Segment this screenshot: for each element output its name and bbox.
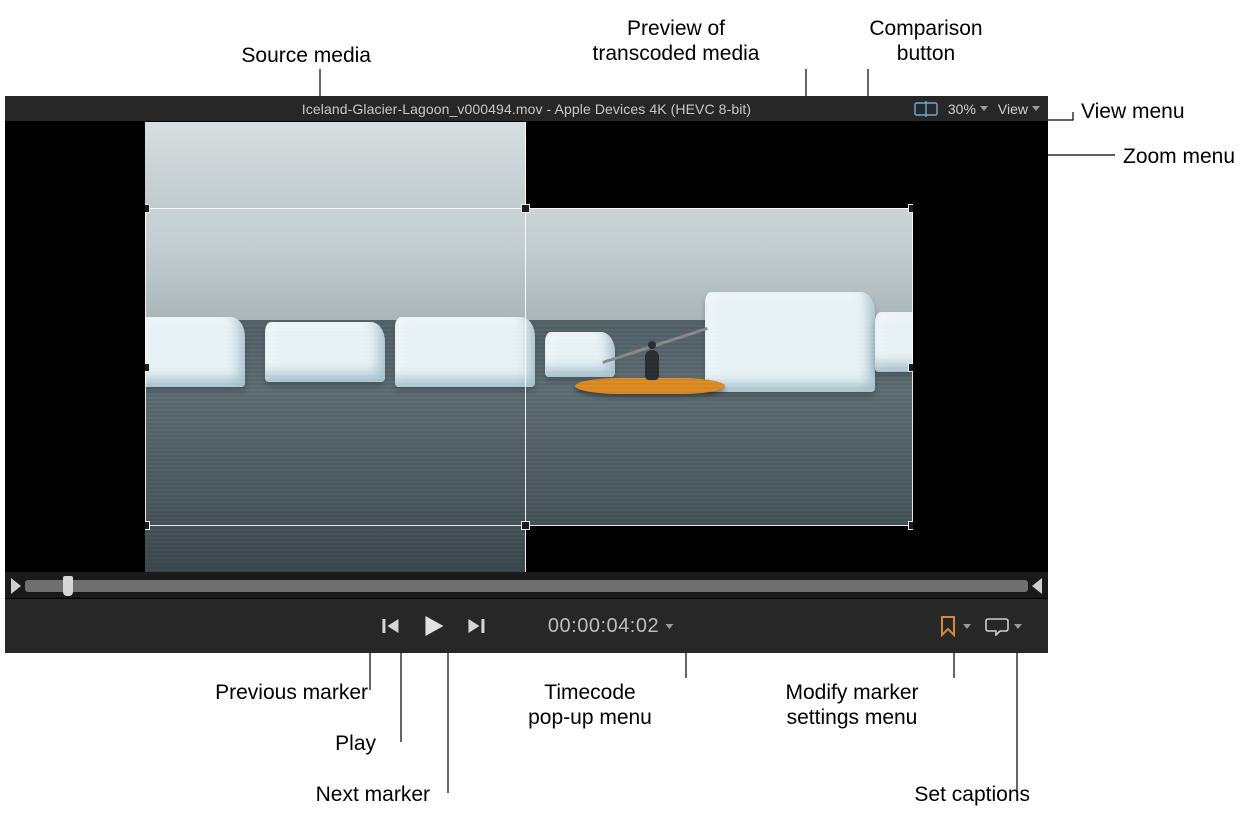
in-point-icon[interactable] (11, 578, 21, 594)
comparison-icon (914, 101, 938, 117)
callout-previous-marker: Previous marker (148, 680, 368, 705)
callout-play: Play (316, 731, 376, 756)
callout-timecode-menu: Timecode pop-up menu (490, 680, 690, 730)
preview-letterbox-top (526, 122, 913, 208)
callout-comparison-button: Comparison button (856, 16, 996, 66)
transport-bar: 00:00:04:02 (5, 598, 1048, 653)
timecode-menu[interactable]: 00:00:04:02 (548, 615, 673, 638)
chevron-down-icon (1032, 106, 1040, 111)
callout-zoom-menu: Zoom menu (1123, 144, 1235, 169)
captions-bubble-icon (985, 616, 1009, 636)
modify-marker-menu[interactable] (938, 615, 971, 637)
callout-modify-marker-menu: Modify marker settings menu (752, 680, 952, 730)
next-marker-icon (466, 616, 486, 636)
source-letterbox (145, 122, 525, 208)
titlebar: Iceland-Glacier-Lagoon_v000494.mov - App… (5, 96, 1048, 122)
comparison-split-line[interactable] (525, 122, 526, 572)
play-button[interactable] (422, 614, 444, 638)
view-menu[interactable]: View (998, 101, 1040, 117)
out-point-icon[interactable] (1032, 578, 1042, 594)
timeline[interactable] (5, 574, 1048, 598)
comparison-button[interactable] (914, 101, 938, 117)
callout-set-captions: Set captions (870, 782, 1030, 807)
timecode-value: 00:00:04:02 (548, 615, 659, 638)
viewer[interactable] (145, 122, 913, 572)
chevron-down-icon (1014, 624, 1022, 629)
timeline-track[interactable] (25, 580, 1028, 592)
viewer-area (5, 122, 1048, 572)
callout-preview-transcoded: Preview of transcoded media (546, 16, 806, 66)
next-marker-button[interactable] (466, 616, 486, 636)
title-text: Iceland-Glacier-Lagoon_v000494.mov - App… (302, 101, 751, 117)
zoom-menu-label: 30% (948, 101, 976, 117)
view-menu-label: View (998, 101, 1028, 117)
callout-next-marker: Next marker (260, 782, 430, 807)
preview-panel: Iceland-Glacier-Lagoon_v000494.mov - App… (5, 96, 1048, 653)
marker-bookmark-icon (938, 615, 958, 637)
chevron-down-icon (980, 106, 988, 111)
callout-source-media: Source media (176, 43, 371, 68)
callout-view-menu: View menu (1081, 99, 1185, 124)
chevron-down-icon (963, 624, 971, 629)
preview-letterbox-bottom (526, 526, 913, 572)
playhead-icon[interactable] (63, 576, 73, 596)
chevron-down-icon (665, 624, 673, 629)
previous-marker-button[interactable] (380, 616, 400, 636)
zoom-menu[interactable]: 30% (948, 101, 988, 117)
set-captions-menu[interactable] (985, 616, 1022, 636)
previous-marker-icon (380, 616, 400, 636)
play-icon (422, 614, 444, 638)
